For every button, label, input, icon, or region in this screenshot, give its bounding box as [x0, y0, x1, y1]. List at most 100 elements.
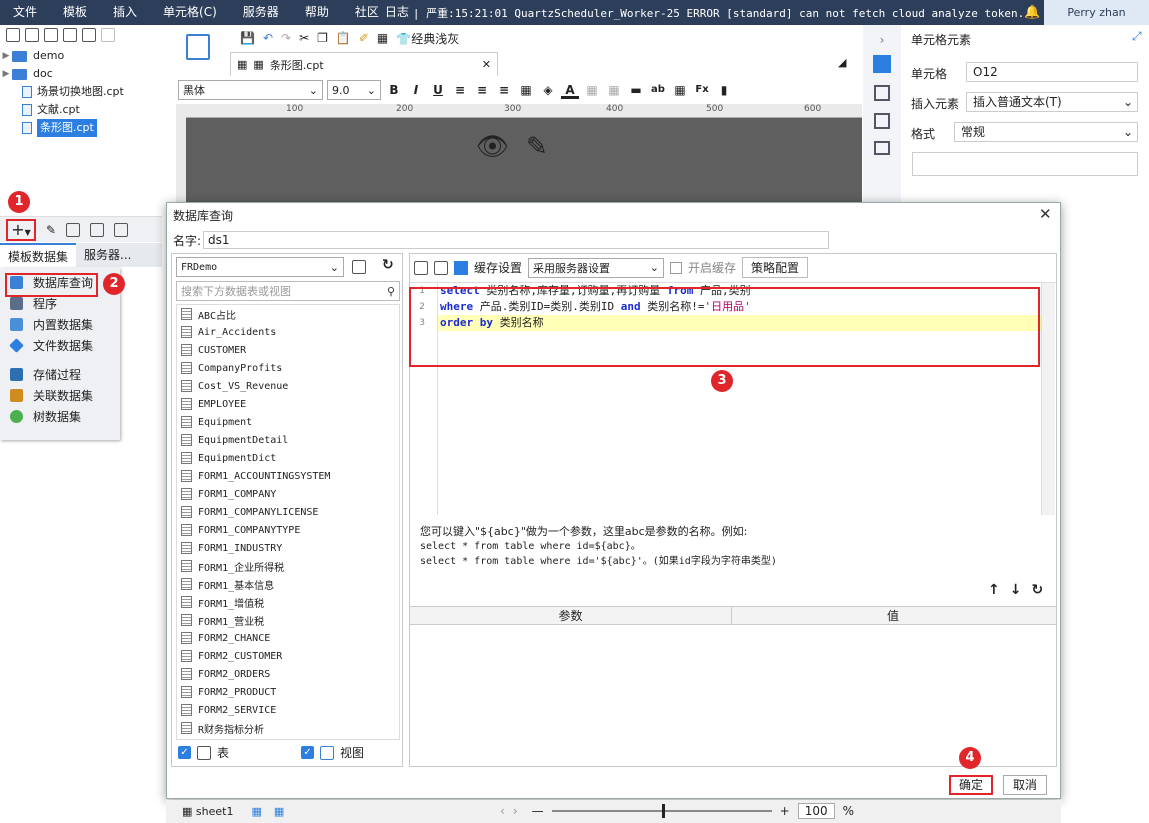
refresh-icon[interactable]: ↻ [1031, 582, 1043, 598]
view-checkbox[interactable]: ✓ [301, 746, 315, 759]
table-checkbox[interactable]: ✓ [178, 746, 191, 759]
menu-item-relation[interactable]: 关联数据集 [0, 385, 120, 406]
menu-log[interactable]: 日志 [383, 0, 411, 25]
table-list-item[interactable]: FORM2_SERVICE [177, 701, 399, 719]
table-list-item[interactable]: FORM1_增值税 [177, 593, 399, 611]
table-list-item[interactable]: CUSTOMER [177, 341, 399, 359]
copy-icon[interactable]: ❐ [317, 31, 328, 45]
undo-icon[interactable]: ↶ [263, 31, 273, 45]
table-list-item[interactable]: FORM1_企业所得税 [177, 557, 399, 575]
refresh-icon[interactable]: ↻ [382, 257, 394, 273]
table-list-item[interactable]: FORM1_COMPANYLICENSE [177, 503, 399, 521]
chart-icon[interactable]: ▮ [715, 81, 733, 99]
search-icon[interactable]: ⚲ [387, 285, 395, 298]
design-canvas[interactable]: 👁 ✎ [186, 118, 862, 206]
preview-icon[interactable] [414, 260, 428, 275]
paste-icon[interactable]: 📋 [336, 31, 351, 45]
table-list-item[interactable]: FORM2_CHANCE [177, 629, 399, 647]
table-list-item[interactable]: FORM2_ORDERS [177, 665, 399, 683]
table-list-item[interactable]: FORM1_ACCOUNTINGSYSTEM [177, 467, 399, 485]
pin-icon[interactable]: ⤢ [1132, 29, 1142, 44]
table-list-item[interactable]: FORM2_CUSTOMER [177, 647, 399, 665]
settings-icon[interactable] [63, 28, 77, 42]
table-list-item[interactable]: FORM2_PRODUCT [177, 683, 399, 701]
cell-name-input[interactable]: O12 [966, 62, 1138, 82]
cell-attribute-icon[interactable] [874, 85, 890, 101]
text-icon[interactable]: ab [649, 81, 667, 99]
zoom-out-button[interactable]: — [532, 804, 544, 818]
preview-icon[interactable] [90, 222, 105, 237]
underline-button[interactable]: U [429, 81, 447, 99]
menu-help[interactable]: 帮助 [292, 0, 342, 25]
save-icon[interactable]: 💾 [240, 31, 255, 45]
delete-icon[interactable] [82, 28, 96, 42]
menu-item-file-dataset[interactable]: 文件数据集 [0, 335, 120, 356]
new-template-icon[interactable] [6, 28, 20, 42]
save-query-icon[interactable] [434, 260, 448, 275]
zoom-slider[interactable] [551, 804, 772, 818]
close-icon[interactable]: ✕ [482, 58, 491, 71]
collapse-icon[interactable]: › [863, 33, 901, 47]
table-list-item[interactable]: R财务指标分析 [177, 719, 399, 737]
ok-button[interactable]: 确定 [949, 775, 993, 795]
zoom-input[interactable]: 100 [797, 803, 835, 819]
table-list-item[interactable]: CompanyProfits [177, 359, 399, 377]
align-center-icon[interactable]: ≡ [473, 81, 491, 99]
bold-button[interactable]: B [385, 81, 403, 99]
italic-button[interactable]: I [407, 81, 425, 99]
menu-item-tree[interactable]: 树数据集 [0, 406, 120, 427]
font-color-icon[interactable]: A [561, 81, 579, 99]
menu-file[interactable]: 文件 [0, 0, 50, 25]
widget-icon[interactable] [874, 113, 890, 129]
table-list-item[interactable]: EMPLOYEE [177, 395, 399, 413]
edit-icon[interactable]: ✎ [526, 132, 548, 162]
insert-element-select[interactable]: 插入普通文本(T) ⌄ [966, 92, 1138, 112]
close-icon[interactable]: ✕ [1039, 205, 1052, 223]
tree-item-demo[interactable]: ▶ demo [0, 47, 162, 65]
chevron-right-icon[interactable]: ▶ [0, 65, 12, 83]
format-select[interactable]: 常规 ⌄ [954, 122, 1138, 142]
edit-icon[interactable]: ✎ [46, 223, 56, 237]
tree-item-file-selected[interactable]: 条形图.cpt [0, 119, 162, 137]
template-doc-icon[interactable] [186, 34, 210, 60]
menu-community[interactable]: 社区 [342, 0, 383, 25]
add-poly-sheet-icon[interactable]: ▦ [274, 805, 284, 818]
edit-connection-icon[interactable] [352, 260, 366, 274]
add-sheet-icon[interactable]: ▦ [251, 805, 261, 818]
scroll-right-icon[interactable]: › [513, 804, 518, 818]
delete-icon[interactable] [66, 222, 81, 237]
sheet-tab[interactable]: ▦ sheet1 [178, 805, 237, 818]
arrow-up-icon[interactable]: ↑ [988, 582, 1000, 598]
table-list-item[interactable]: FORM1_COMPANYTYPE [177, 521, 399, 539]
align-left-icon[interactable]: ≡ [451, 81, 469, 99]
insert-row-icon[interactable]: ▬ [627, 81, 645, 99]
strategy-button[interactable]: 策略配置 [742, 257, 809, 278]
image-icon[interactable]: ▦ [671, 81, 689, 99]
zoom-in-button[interactable]: + [780, 804, 790, 818]
merge-icon[interactable]: ▦ [583, 81, 601, 99]
copy-icon[interactable] [101, 28, 115, 42]
table-list-item[interactable]: FORM1_基本信息 [177, 575, 399, 593]
unmerge-icon[interactable]: ▦ [605, 81, 623, 99]
tree-item-file[interactable]: 文献.cpt [0, 101, 162, 119]
table-search-input[interactable]: 搜索下方数据表或视图 ⚲ [176, 281, 400, 301]
cell-element-icon[interactable] [873, 55, 891, 73]
cancel-button[interactable]: 取消 [1003, 775, 1047, 795]
tab-server-datasets[interactable]: 服务器... [76, 243, 139, 267]
table-list-item[interactable]: FORM1_营业税 [177, 611, 399, 629]
chevron-right-icon[interactable]: ▶ [0, 47, 12, 65]
hide-icon[interactable]: 👁 [476, 132, 509, 162]
tree-item-doc[interactable]: ▶ doc [0, 65, 162, 83]
formula-icon[interactable]: Fx [693, 81, 711, 99]
table-list-item[interactable]: Air_Accidents [177, 323, 399, 341]
tree-item-file[interactable]: 场景切换地图.cpt [0, 83, 162, 101]
table-list-item[interactable]: EquipmentDetail [177, 431, 399, 449]
menu-cell[interactable]: 单元格(C) [150, 0, 230, 25]
condition-icon[interactable] [874, 141, 890, 155]
scroll-left-icon[interactable]: ‹ [500, 804, 505, 818]
preview-icon[interactable]: ▦ [377, 31, 388, 45]
table-list-item[interactable]: EquipmentDict [177, 449, 399, 467]
table-list-item[interactable]: Equipment [177, 413, 399, 431]
font-size-select[interactable]: 9.0 ⌄ [327, 80, 381, 100]
align-right-icon[interactable]: ≡ [495, 81, 513, 99]
